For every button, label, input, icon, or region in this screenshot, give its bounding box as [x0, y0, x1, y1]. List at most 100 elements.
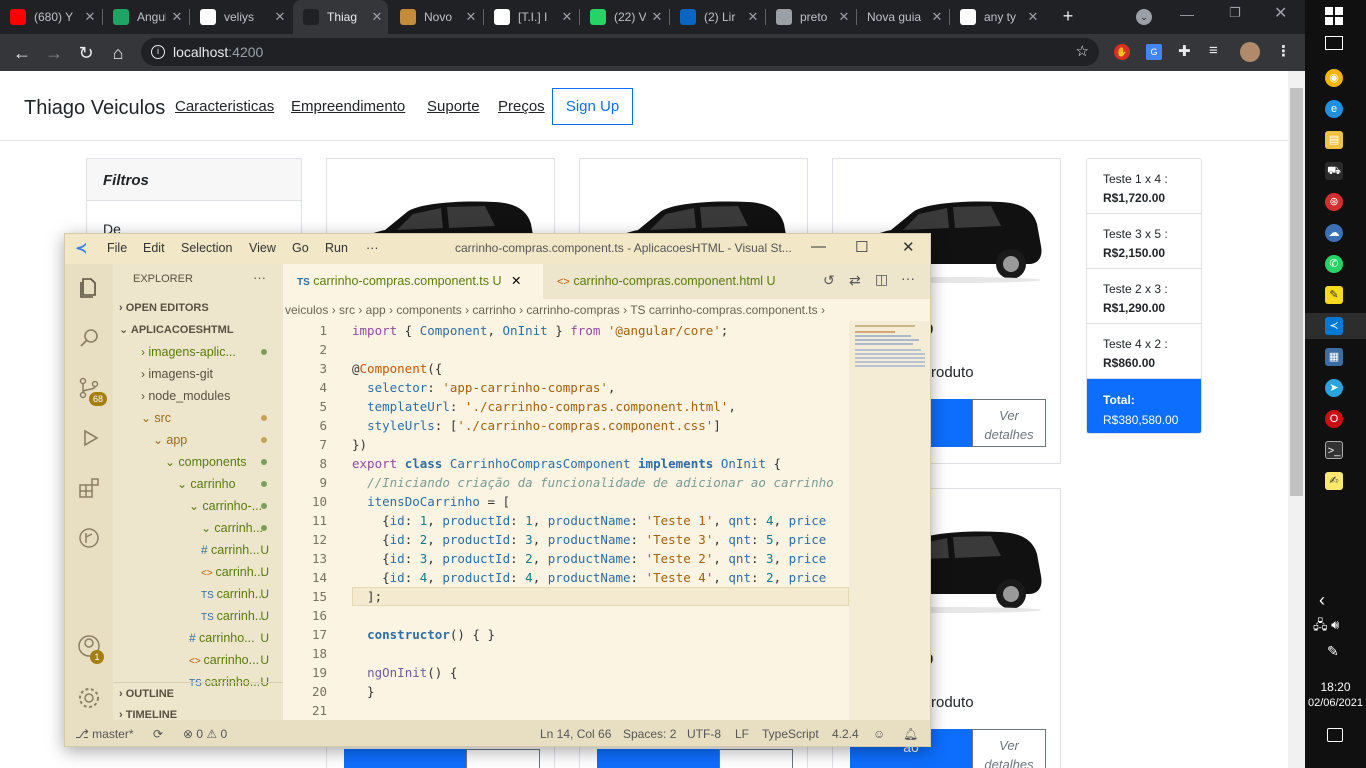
clock-date[interactable]: 02/06/2021 [1305, 697, 1366, 709]
explorer-tree-item[interactable]: ⌄ app [113, 429, 283, 451]
browser-tab[interactable]: Thiag ✕ [293, 0, 388, 34]
explorer-tree-item[interactable]: ⌄ carrinho-... [113, 495, 283, 517]
sync-icon[interactable]: ⟳ [153, 720, 163, 746]
weather-app-icon[interactable]: ☁ [1325, 224, 1343, 242]
split-editor-icon[interactable]: ◫ [875, 271, 888, 288]
nav-link-caracteristicas[interactable]: Caracteristicas [175, 98, 274, 115]
browser-tab[interactable]: veliys ✕ [190, 0, 291, 34]
browser-tab[interactable]: Nova guia ✕ [857, 0, 948, 34]
browser-tab[interactable]: (680) Y ✕ [0, 0, 101, 34]
git-graph-icon[interactable] [77, 526, 101, 550]
explorer-tree-item[interactable]: # carrinh... U [113, 539, 283, 561]
translate-icon[interactable]: G [1146, 44, 1162, 60]
add-to-cart-button[interactable]: carrinho [597, 749, 719, 768]
close-tab-icon[interactable]: ✕ [1022, 9, 1044, 25]
project-section[interactable]: ⌄ APLICACOESHTML [113, 319, 283, 341]
close-tab-icon[interactable]: ✕ [646, 9, 668, 25]
menu-selection[interactable]: Selection [181, 241, 232, 255]
explorer-tree-item[interactable]: › node_modules [113, 385, 283, 407]
profile-avatar[interactable] [1240, 42, 1260, 62]
settings-gear-icon[interactable] [77, 686, 101, 710]
close-window-button[interactable]: ✕ [1274, 3, 1287, 23]
explorer-more-icon[interactable]: ··· [253, 270, 266, 285]
nav-link-suporte[interactable]: Suporte [427, 98, 480, 115]
indentation-status[interactable]: Spaces: 2 [623, 720, 676, 746]
opera-app-icon[interactable]: O [1325, 410, 1343, 428]
explorer-tree-item[interactable]: <> carrinh... U [113, 561, 283, 583]
close-tab-icon[interactable]: ✕ [79, 9, 101, 25]
feedback-icon[interactable]: ☺ [873, 720, 885, 746]
forward-icon[interactable]: → [41, 40, 67, 66]
problems-status[interactable]: ⊗ 0 ⚠ 0 [183, 720, 227, 746]
compare-changes-icon[interactable]: ⇄ [849, 272, 861, 289]
menu-edit[interactable]: Edit [143, 241, 165, 255]
page-scrollbar-thumb[interactable] [1290, 88, 1303, 496]
clock-time[interactable]: 18:20 [1305, 680, 1366, 694]
pen-icon[interactable]: ✎ [1327, 643, 1339, 660]
reload-icon[interactable]: ↻ [73, 40, 99, 66]
address-bar[interactable]: i localhost:4200 ☆ [141, 38, 1099, 66]
close-tab-icon[interactable]: ✕ [926, 9, 948, 25]
explorer-tree-item[interactable]: ⌄ components [113, 451, 283, 473]
browser-tab[interactable]: Novo ✕ [390, 0, 482, 34]
details-button[interactable]: Ver detalhes [972, 399, 1046, 447]
add-to-cart-button[interactable]: carrinho [344, 749, 466, 768]
browser-tab[interactable]: Angul ✕ [103, 0, 188, 34]
explorer-tree-item[interactable]: # carrinho... U [113, 627, 283, 649]
explorer-tree-item[interactable]: <> carrinho... U [113, 649, 283, 671]
browser-tab[interactable]: [T.I.] I ✕ [484, 0, 578, 34]
notifications-bell-icon[interactable]: 🔔︎ [903, 720, 918, 746]
close-tab-icon[interactable]: ✕ [166, 9, 188, 25]
red-app-icon[interactable]: ⊛ [1325, 193, 1343, 211]
db-app-icon[interactable]: ▦ [1325, 348, 1343, 366]
tab-component-html[interactable]: <> carrinho-compras.component.html U [543, 264, 803, 299]
close-tab-icon[interactable]: ✕ [742, 9, 764, 25]
cursor-position[interactable]: Ln 14, Col 66 [540, 720, 611, 746]
bookmark-star-icon[interactable]: ☆ [1076, 38, 1089, 66]
windows-start-icon[interactable] [1325, 7, 1343, 25]
site-brand[interactable]: Thiago Veiculos [24, 97, 165, 120]
extension-red-icon[interactable]: ✋ [1114, 44, 1130, 60]
outline-section[interactable]: › OUTLINE [113, 682, 283, 704]
system-tray-chevron-icon[interactable]: ‹ [1319, 590, 1325, 611]
tab-close-icon[interactable]: ✕ [511, 274, 521, 288]
action-center-icon[interactable] [1327, 728, 1343, 742]
terminal-app-icon[interactable]: >_ [1325, 441, 1343, 459]
explorer-tree-item[interactable]: ⌄ src [113, 407, 283, 429]
site-info-icon[interactable]: i [151, 45, 165, 59]
chrome-app-icon[interactable]: ◉ [1325, 69, 1343, 87]
sticky-notes-icon[interactable]: ✎ [1325, 286, 1343, 304]
vscode-maximize-button[interactable]: ☐ [855, 238, 868, 256]
explorer-tree-item[interactable]: TS carrinh... U [113, 583, 283, 605]
signup-button[interactable]: Sign Up [552, 88, 633, 125]
chrome-menu-icon[interactable]: ⋮ [1276, 42, 1291, 60]
notepad-app-icon[interactable]: ✍ [1325, 472, 1343, 490]
minimize-button[interactable]: — [1180, 6, 1194, 22]
media-queue-icon[interactable]: ≡ [1209, 42, 1218, 59]
browser-tab[interactable]: preto ✕ [766, 0, 855, 34]
close-tab-icon[interactable]: ✕ [460, 9, 482, 25]
nav-link-precos[interactable]: Preços [498, 98, 545, 115]
menu-view[interactable]: View [249, 241, 276, 255]
vscode-app-icon[interactable]: ≺ [1325, 317, 1343, 335]
menu-more[interactable]: ··· [366, 241, 379, 255]
explorer-tree-item[interactable]: › imagens-git [113, 363, 283, 385]
git-branch-status[interactable]: ⎇ master* [75, 720, 134, 746]
task-view-icon[interactable] [1325, 36, 1343, 50]
eol-status[interactable]: LF [735, 720, 749, 746]
home-icon[interactable]: ⌂ [105, 40, 131, 66]
tab-search-icon[interactable]: ⌄ [1136, 9, 1152, 25]
run-debug-icon[interactable] [77, 426, 101, 450]
breadcrumb[interactable]: veiculos › src › app › components › carr… [283, 299, 930, 321]
menu-run[interactable]: Run [325, 241, 348, 255]
close-tab-icon[interactable]: ✕ [366, 9, 388, 25]
browser-tab[interactable]: (2) Lir ✕ [670, 0, 764, 34]
code-editor[interactable]: 1 import { Component, OnInit } from '@ang… [283, 321, 849, 720]
explorer-files-icon[interactable] [77, 276, 101, 300]
language-mode[interactable]: TypeScript [762, 720, 819, 746]
timeline-history-icon[interactable]: ↺ [823, 272, 835, 289]
back-icon[interactable]: ← [9, 40, 35, 66]
open-editors-section[interactable]: › OPEN EDITORS [113, 297, 283, 319]
restore-button[interactable]: ❐ [1229, 5, 1241, 21]
menu-go[interactable]: Go [292, 241, 309, 255]
